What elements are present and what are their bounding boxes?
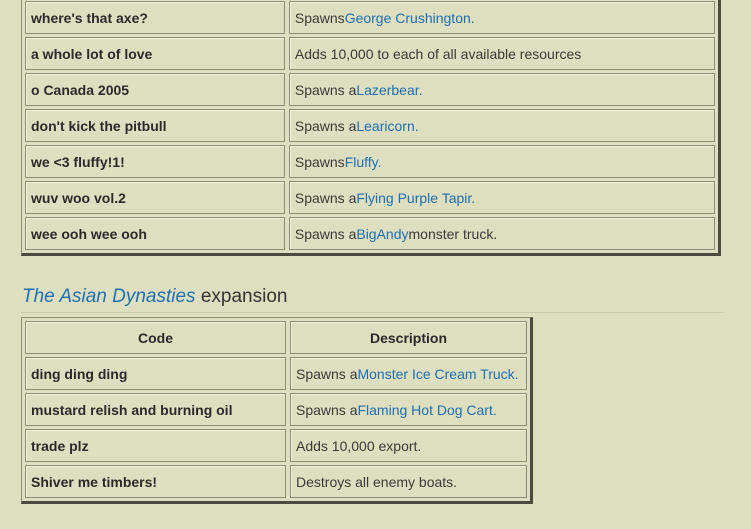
description-link[interactable]: Lazerbear. <box>356 82 422 98</box>
description-cell: Spawns a Monster Ice Cream Truck. <box>290 357 527 390</box>
code-text: we <3 fluffy!1! <box>31 153 125 170</box>
table-row: a whole lot of love Adds 10,000 to each … <box>25 37 715 70</box>
section-heading-link[interactable]: The Asian Dynasties <box>22 286 196 307</box>
description-cell: Spawns George Crushington. <box>288 1 715 34</box>
description-cell: Destroys all enemy boats. <box>290 465 527 498</box>
asian-dynasties-codes-table: Code Description ding ding ding Spawns a… <box>21 317 533 504</box>
code-text: mustard relish and burning oil <box>31 401 233 418</box>
table-header-row: Code Description <box>25 321 527 354</box>
cheat-codes-table: where's that axe? Spawns George Crushing… <box>21 0 721 256</box>
code-cell: a whole lot of love <box>25 37 285 70</box>
description-text: Spawns a <box>294 81 357 98</box>
code-text: trade plz <box>31 437 89 454</box>
description-link[interactable]: Monster Ice Cream Truck. <box>357 366 518 382</box>
description-text: Adds 10,000 export. <box>296 437 422 454</box>
description-suffix: monster truck. <box>408 225 498 242</box>
code-cell: don't kick the pitbull <box>25 109 285 142</box>
description-text: Spawns <box>294 9 345 26</box>
code-cell: we <3 fluffy!1! <box>25 145 285 178</box>
table-row: Shiver me timbers! Destroys all enemy bo… <box>25 465 527 498</box>
description-text: Spawns a <box>294 117 357 134</box>
code-cell: wee ooh wee ooh <box>25 217 285 250</box>
description-text: Destroys all enemy boats. <box>296 473 458 490</box>
table-row: ding ding ding Spawns a Monster Ice Crea… <box>25 357 527 390</box>
code-text: where's that axe? <box>31 9 148 26</box>
code-text: a whole lot of love <box>31 45 153 62</box>
code-text: wuv woo vol.2 <box>31 189 126 206</box>
description-cell: Adds 10,000 export. <box>290 429 527 462</box>
code-text: Shiver me timbers! <box>31 473 158 490</box>
description-text: Spawns a <box>296 401 358 418</box>
column-header-description: Description <box>290 321 527 354</box>
description-link[interactable]: Learicorn. <box>356 118 418 134</box>
description-cell: Spawns a Learicorn. <box>288 109 715 142</box>
table-row: where's that axe? Spawns George Crushing… <box>25 1 715 34</box>
table-row: wuv woo vol.2 Spawns a Flying Purple Tap… <box>25 181 715 214</box>
description-text: Spawns a <box>296 365 358 382</box>
description-link[interactable]: Flying Purple Tapir. <box>356 190 475 206</box>
description-link[interactable]: Fluffy. <box>345 154 382 170</box>
code-cell: wuv woo vol.2 <box>25 181 285 214</box>
description-link[interactable]: Flaming Hot Dog Cart. <box>357 402 496 418</box>
code-cell: o Canada 2005 <box>25 73 285 106</box>
heading-divider <box>21 312 724 313</box>
table-row: we <3 fluffy!1! Spawns Fluffy. <box>25 145 715 178</box>
code-cell: ding ding ding <box>25 357 286 390</box>
description-cell: Spawns a BigAndy monster truck. <box>288 217 715 250</box>
section-heading-text: expansion <box>195 286 288 307</box>
table-row: don't kick the pitbull Spawns a Learicor… <box>25 109 715 142</box>
description-cell: Spawns a Flaming Hot Dog Cart. <box>290 393 527 426</box>
section-heading: The Asian Dynasties expansion <box>22 286 287 308</box>
description-text: Spawns a <box>294 225 357 242</box>
description-link[interactable]: George Crushington. <box>345 10 475 26</box>
description-cell: Spawns Fluffy. <box>288 145 715 178</box>
column-header-code: Code <box>25 321 286 354</box>
code-text: ding ding ding <box>31 365 128 382</box>
description-cell: Spawns a Flying Purple Tapir. <box>288 181 715 214</box>
table-row: wee ooh wee ooh Spawns a BigAndy monster… <box>25 217 715 250</box>
description-text: Adds 10,000 to each of all available res… <box>294 45 582 62</box>
code-text: don't kick the pitbull <box>31 117 167 134</box>
description-text: Spawns a <box>294 189 357 206</box>
description-cell: Spawns a Lazerbear. <box>288 73 715 106</box>
description-text: Spawns <box>294 153 345 170</box>
table-row: mustard relish and burning oil Spawns a … <box>25 393 527 426</box>
table-row: o Canada 2005 Spawns a Lazerbear. <box>25 73 715 106</box>
description-cell: Adds 10,000 to each of all available res… <box>288 37 715 70</box>
code-cell: trade plz <box>25 429 286 462</box>
code-text: o Canada 2005 <box>31 81 130 98</box>
code-cell: Shiver me timbers! <box>25 465 286 498</box>
page: where's that axe? Spawns George Crushing… <box>0 0 751 529</box>
description-link[interactable]: BigAndy <box>356 226 408 242</box>
code-text: wee ooh wee ooh <box>31 225 147 242</box>
code-cell: mustard relish and burning oil <box>25 393 286 426</box>
table-row: trade plz Adds 10,000 export. <box>25 429 527 462</box>
code-cell: where's that axe? <box>25 1 285 34</box>
